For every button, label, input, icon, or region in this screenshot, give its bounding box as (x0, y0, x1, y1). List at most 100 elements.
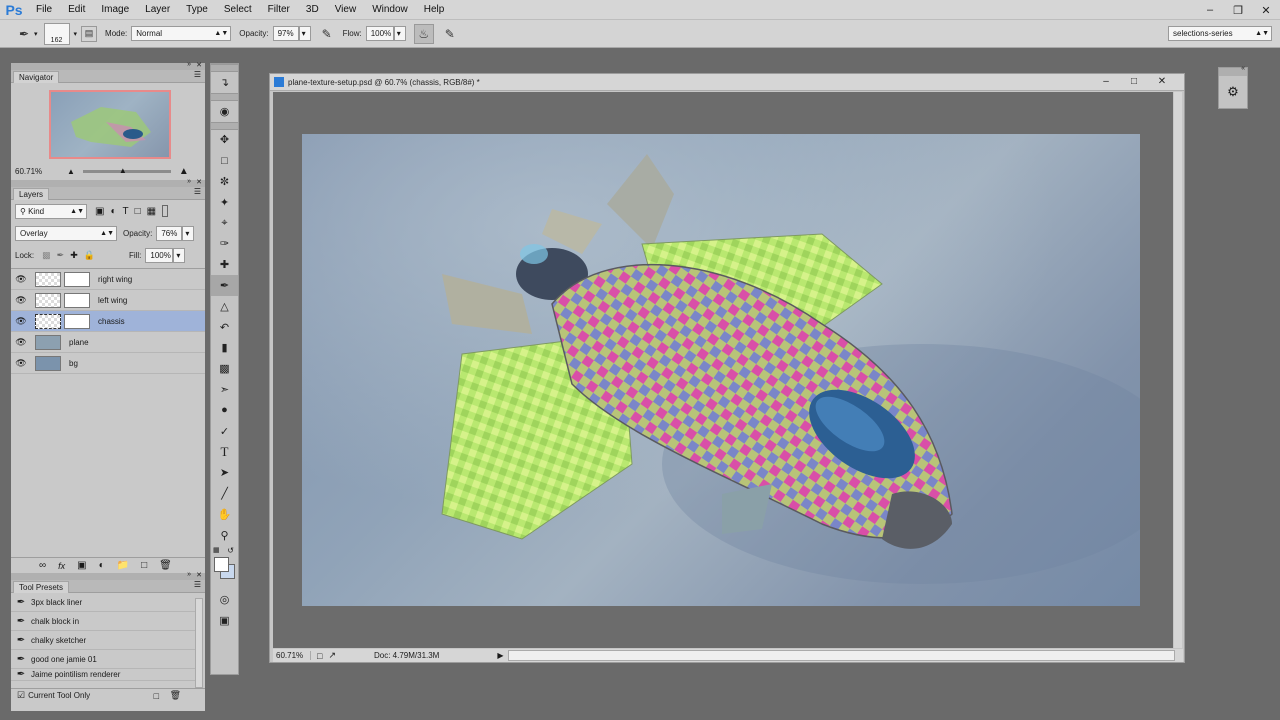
workspace-select[interactable]: selections-series ▲▼ (1168, 26, 1272, 41)
hand-icon[interactable]: ✋ (211, 504, 238, 525)
quick-select-icon[interactable]: ✦ (211, 192, 238, 213)
minimize-icon[interactable]: – (1092, 74, 1120, 90)
pasteboard[interactable] (273, 92, 1173, 648)
restore-icon[interactable]: ❐ (1224, 0, 1252, 20)
new-group-icon[interactable]: 📁 (117, 560, 129, 571)
menu-window[interactable]: Window (364, 0, 416, 20)
opacity-dropdown-icon[interactable]: ▾ (298, 26, 311, 41)
zoom-icon[interactable]: ⚲ (211, 525, 238, 546)
lock-pixels-icon[interactable]: ✒ (57, 250, 65, 261)
marquee-icon[interactable]: □ (211, 150, 238, 171)
menu-file[interactable]: File (28, 0, 60, 20)
menu-image[interactable]: Image (93, 0, 137, 20)
preset-item[interactable]: ✒ 3px black liner (11, 593, 195, 612)
lock-transparent-icon[interactable]: ▩ (42, 250, 51, 261)
eye-icon[interactable]: 👁 (11, 358, 31, 369)
navigator-zoom-value[interactable]: 60.71% (15, 167, 51, 176)
brush-size-picker[interactable]: 162 (43, 22, 70, 45)
layer-name[interactable]: bg (69, 359, 78, 368)
layer-row-chassis[interactable]: 👁 chassis (11, 311, 205, 332)
collapse-icon[interactable]: » (187, 61, 191, 68)
preset-scrollbar[interactable] (195, 598, 203, 688)
export-icon[interactable]: ↗ (328, 650, 336, 661)
brush-tool-preset-icon[interactable]: ✒ (14, 24, 34, 44)
panel-grip[interactable]: » ✕ (11, 571, 205, 580)
pixel-filter-icon[interactable]: ▣ (95, 206, 104, 217)
type-filter-icon[interactable]: T (123, 206, 129, 217)
fx-icon[interactable]: fx (58, 561, 65, 571)
add-mask-icon[interactable]: ▣ (77, 560, 86, 571)
trash-icon[interactable]: 🗑 (159, 560, 172, 571)
menu-3d[interactable]: 3D (298, 0, 327, 20)
menu-type[interactable]: Type (178, 0, 216, 20)
brush-panel-icon[interactable]: ▤ (81, 25, 98, 42)
new-layer-icon[interactable]: □ (141, 560, 147, 571)
panel-menu-icon[interactable]: ☰ (194, 70, 201, 79)
panel-grip[interactable] (211, 64, 238, 72)
menu-filter[interactable]: Filter (260, 0, 298, 20)
swap-colors-icon[interactable]: ↺ (227, 546, 234, 555)
collapse-icon[interactable]: « (1241, 65, 1245, 72)
layer-row-left-wing[interactable]: 👁 left wing (11, 290, 205, 311)
preset-item[interactable]: ✒ chalky sketcher (11, 631, 195, 650)
eye-icon[interactable]: 👁 (11, 274, 31, 285)
screen-mode-icon[interactable]: ▣ (211, 610, 238, 631)
path-select-icon[interactable]: ➤ (211, 462, 238, 483)
chevron-down-icon[interactable]: ▾ (74, 30, 78, 38)
mode-select[interactable]: Normal ▲▼ (131, 26, 232, 41)
close-icon[interactable]: ✕ (1252, 0, 1280, 20)
canvas[interactable] (302, 134, 1140, 606)
pressure-opacity-icon[interactable]: ✎ (317, 24, 337, 44)
adjustment-filter-icon[interactable]: ◐ (110, 206, 116, 217)
layer-name[interactable]: chassis (98, 317, 125, 326)
layer-row-plane[interactable]: 👁 plane (11, 332, 205, 353)
flow-dropdown-icon[interactable]: ▾ (393, 26, 406, 41)
eraser-icon[interactable]: ▮ (211, 338, 238, 359)
default-colors-icon[interactable]: ▦ (213, 546, 220, 554)
color-wheel-icon[interactable]: ◉ (211, 101, 238, 122)
menu-edit[interactable]: Edit (60, 0, 93, 20)
layer-mask-thumbnail[interactable] (64, 292, 90, 308)
panel-grip[interactable] (211, 121, 238, 130)
layer-name[interactable]: left wing (98, 296, 127, 305)
line-icon[interactable]: ╱ (211, 483, 238, 504)
history-brush-icon[interactable]: ↶ (211, 317, 238, 338)
layer-filter-select[interactable]: ⚲ Kind ▲▼ (15, 203, 87, 219)
eye-icon[interactable]: 👁 (11, 316, 31, 327)
layer-mask-thumbnail[interactable] (64, 313, 90, 329)
smart-object-filter-icon[interactable]: ▦ (147, 206, 156, 217)
airbrush-icon[interactable]: ♨ (413, 23, 434, 44)
stamp-icon[interactable]: △ (211, 296, 238, 317)
close-icon[interactable]: ✕ (1148, 74, 1176, 90)
minimize-icon[interactable]: – (1196, 0, 1224, 20)
panel-menu-icon[interactable]: ☰ (194, 580, 201, 589)
properties-panel-icon[interactable]: ⚙ (1219, 76, 1247, 108)
foreground-color-swatch[interactable] (214, 556, 229, 572)
preset-item[interactable]: ✒ chalk block in (11, 612, 195, 631)
close-icon[interactable]: ✕ (196, 61, 202, 69)
navigator-thumbnail[interactable] (49, 90, 171, 159)
eye-icon[interactable]: 👁 (11, 295, 31, 306)
shape-filter-icon[interactable]: □ (135, 206, 141, 217)
panel-menu-icon[interactable]: ☰ (194, 187, 201, 196)
document-zoom-value[interactable]: 60.71% (273, 651, 311, 660)
blend-mode-select[interactable]: Overlay ▲▼ (15, 225, 117, 241)
pen-icon[interactable]: ✓ (211, 421, 238, 442)
move-icon[interactable]: ✥ (211, 130, 238, 151)
3d-rotate-icon[interactable]: ↴ (211, 72, 238, 93)
tab-layers[interactable]: Layers (13, 188, 50, 200)
chevron-down-icon[interactable]: ▾ (173, 247, 186, 263)
gradient-icon[interactable]: ▩ (211, 358, 238, 379)
collapse-icon[interactable]: » (187, 178, 191, 185)
tab-navigator[interactable]: Navigator (13, 71, 60, 83)
quick-mask-icon[interactable]: ◎ (211, 590, 238, 611)
healing-icon[interactable]: ✚ (211, 254, 238, 275)
link-icon[interactable]: ∞ (39, 560, 46, 571)
zoom-out-icon[interactable]: ▲ (67, 167, 75, 176)
maximize-icon[interactable]: □ (1120, 74, 1148, 90)
eyedropper-icon[interactable]: ✑ (211, 234, 238, 255)
checkbox-icon[interactable]: ☑ (17, 690, 25, 701)
collapse-icon[interactable]: » (187, 571, 191, 578)
zoom-slider[interactable]: ▲ (82, 166, 171, 175)
layer-name[interactable]: right wing (98, 275, 132, 284)
